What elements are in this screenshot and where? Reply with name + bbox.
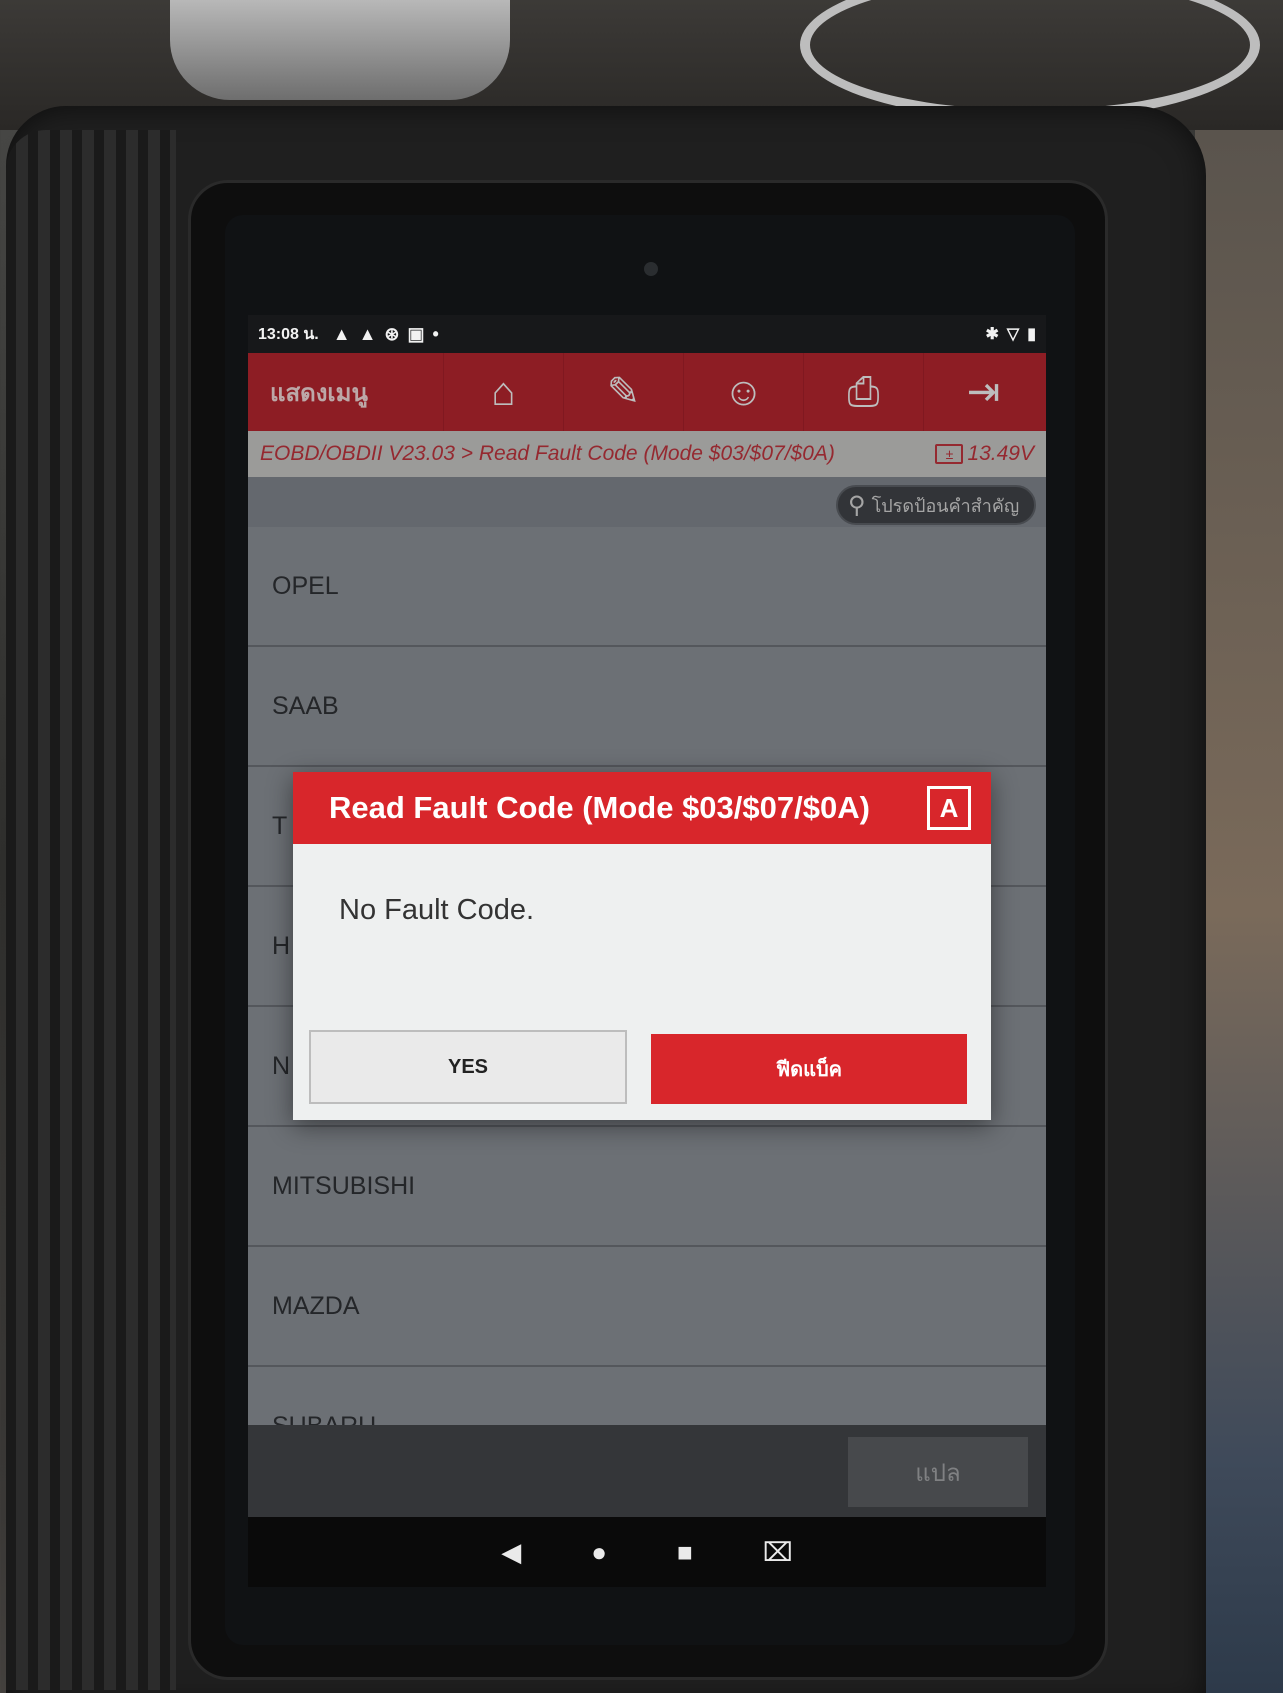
battery-icon: ▮ xyxy=(1027,326,1036,343)
wifi-icon: ▽ xyxy=(1006,326,1020,343)
front-camera xyxy=(644,262,658,276)
screenshot-icon[interactable]: ⌧ xyxy=(763,1537,793,1568)
dialog-actions: YES ฟีดแบ็ค xyxy=(309,1030,975,1104)
status-right-icons: ✱ ▽ ▮ xyxy=(985,324,1036,344)
android-nav-bar: ◀ ● ■ ⌧ xyxy=(248,1517,1046,1587)
status-bar: 13:08 น. ▲ ▲ ⊛ ▣ • ✱ ▽ ▮ xyxy=(248,315,1046,353)
feedback-button[interactable]: ฟีดแบ็ค xyxy=(651,1034,967,1104)
dialog-header: Read Fault Code (Mode $03/$07/$0A) A xyxy=(293,772,991,844)
steering-wheel-button xyxy=(170,0,510,100)
back-icon[interactable]: ◀ xyxy=(501,1537,521,1568)
home-nav-icon[interactable]: ● xyxy=(591,1537,607,1568)
warning-icon: ▲ xyxy=(332,323,351,344)
recents-icon[interactable]: ■ xyxy=(677,1537,693,1568)
bluetooth-icon: ✱ xyxy=(985,326,999,343)
dialog-title: Read Fault Code (Mode $03/$07/$0A) xyxy=(329,790,870,825)
help-icon[interactable]: A xyxy=(927,786,971,830)
yes-button[interactable]: YES xyxy=(309,1030,627,1104)
device-grip xyxy=(6,130,176,1690)
vci-icon: ⊛ xyxy=(384,323,400,344)
dot-icon: • xyxy=(432,323,439,344)
status-time: 13:08 น. xyxy=(258,325,319,343)
warning-icon: ▲ xyxy=(358,323,377,344)
car-interior-right xyxy=(1195,130,1283,1693)
dialog-message: No Fault Code. xyxy=(339,894,535,926)
message-icon: ▣ xyxy=(407,323,425,344)
status-left-icons: ▲ ▲ ⊛ ▣ • xyxy=(333,324,439,345)
dialog-body: No Fault Code. xyxy=(293,844,991,1034)
fault-code-dialog: Read Fault Code (Mode $03/$07/$0A) A No … xyxy=(293,772,991,1120)
